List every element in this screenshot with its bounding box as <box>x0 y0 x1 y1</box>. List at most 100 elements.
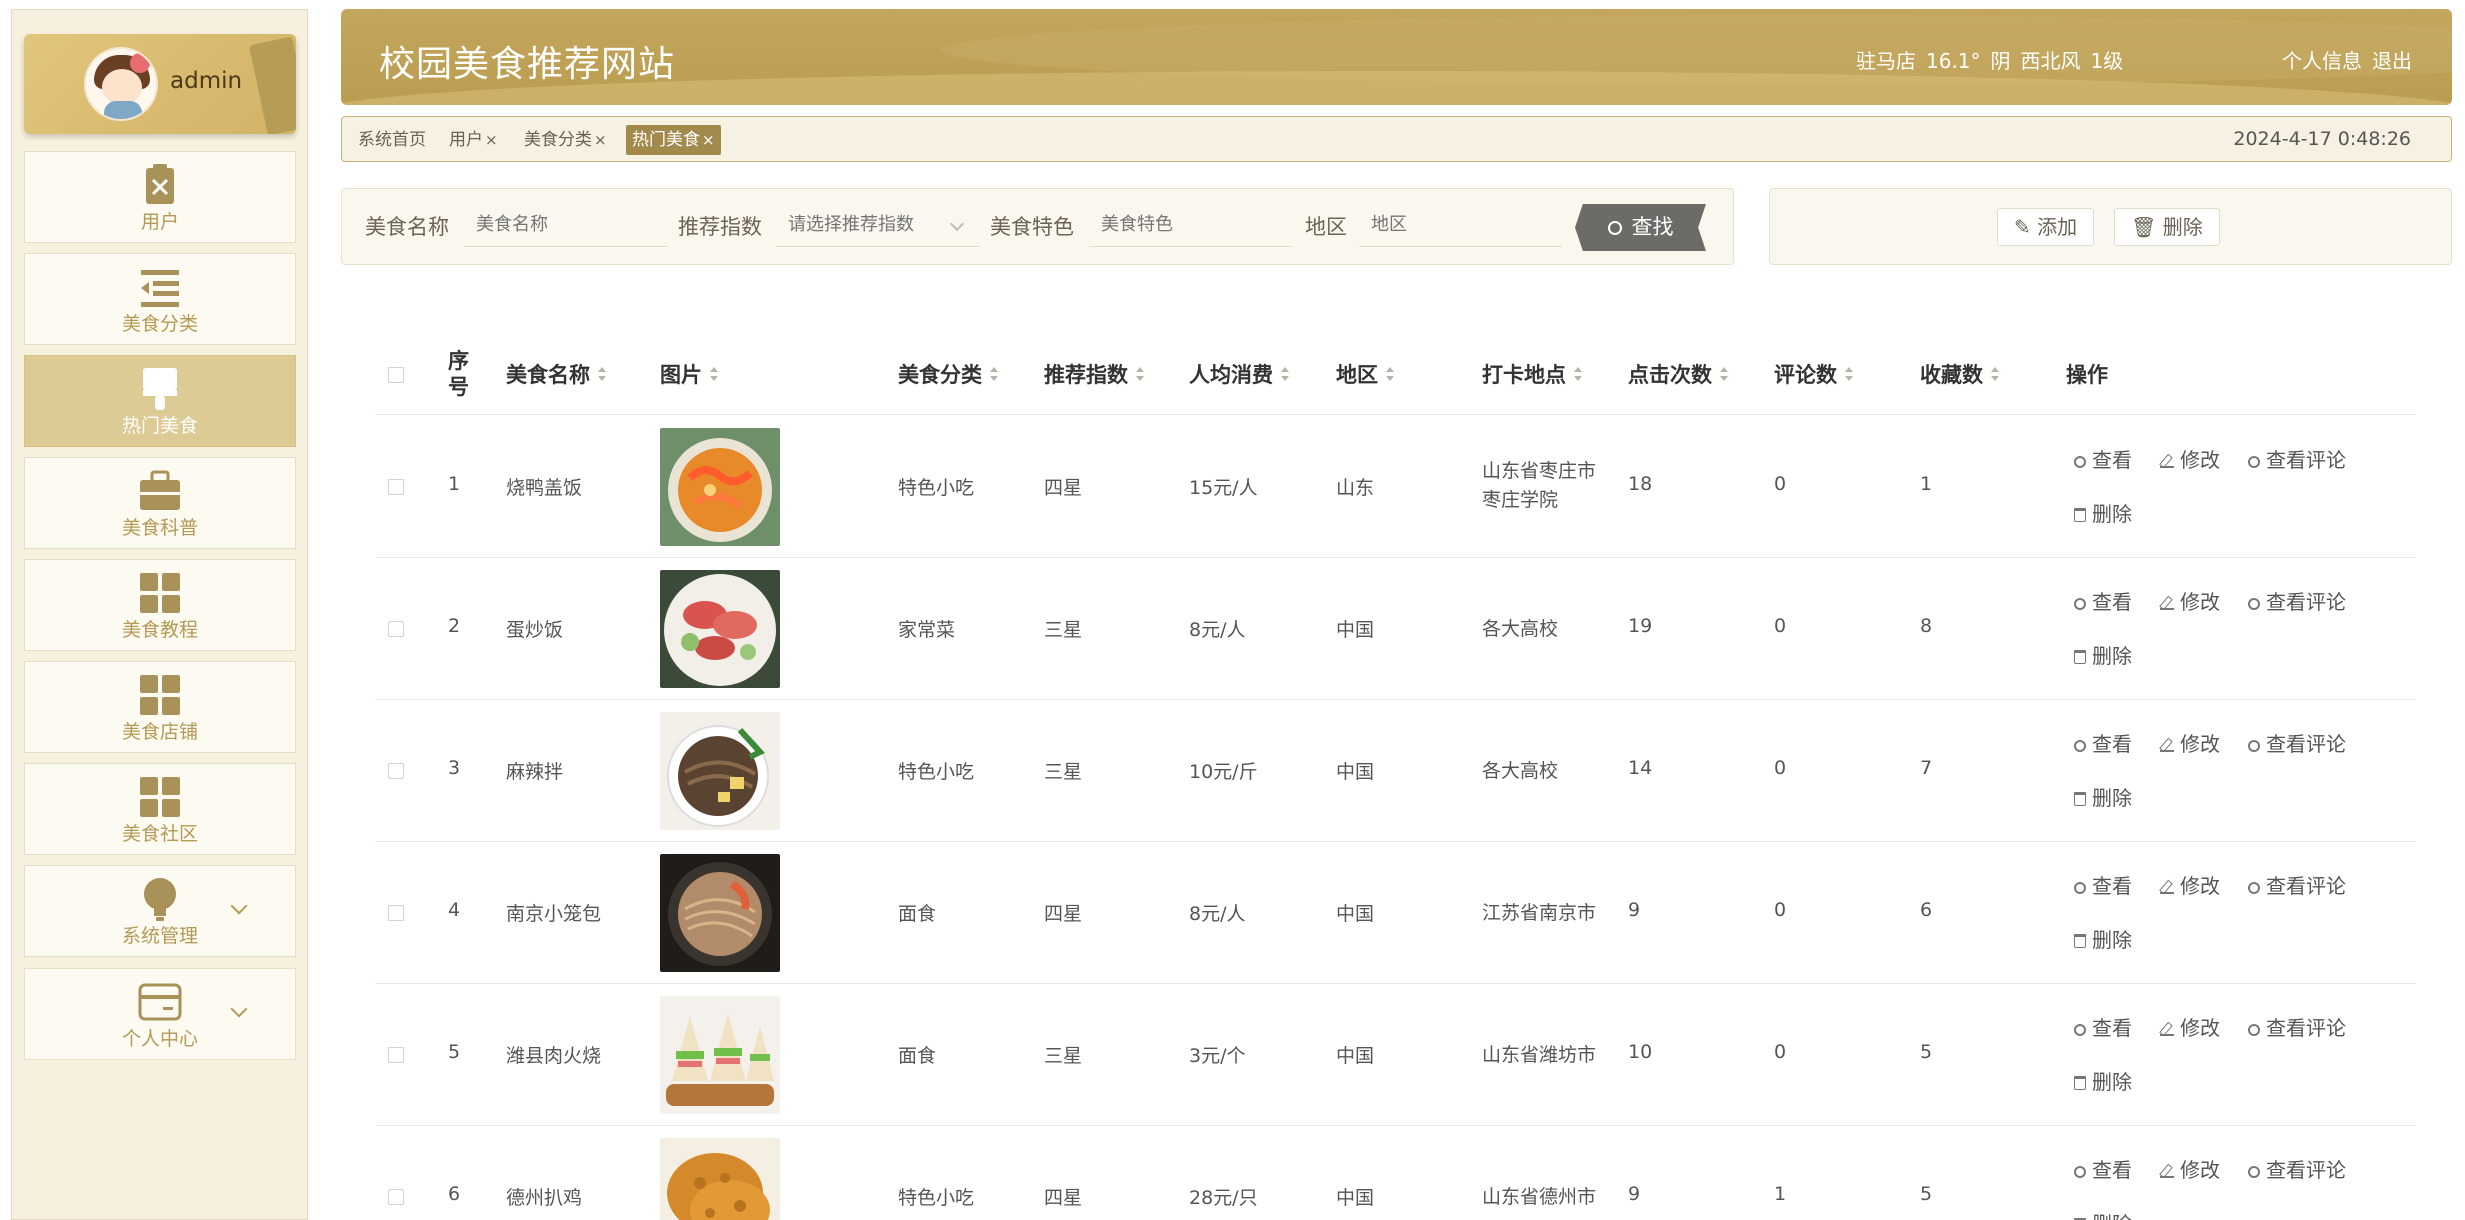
wallet-card-icon <box>137 979 183 1025</box>
row-checkbox[interactable] <box>388 763 404 779</box>
col-category[interactable]: 美食分类 <box>898 333 998 415</box>
delete-button[interactable]: 删除 <box>2074 498 2132 527</box>
view-comments-button[interactable]: 查看评论 <box>2248 444 2346 473</box>
sidebar-item-3[interactable]: 热门美食 <box>24 355 296 447</box>
view-comments-button[interactable]: 查看评论 <box>2248 1154 2346 1183</box>
view-button[interactable]: 查看 <box>2074 1012 2132 1041</box>
tab-home[interactable]: 系统首页 <box>352 125 432 155</box>
list-indent-icon <box>137 264 183 310</box>
sort-icon[interactable] <box>990 366 998 382</box>
sort-icon[interactable] <box>1991 366 1999 382</box>
col-favorites[interactable]: 收藏数 <box>1920 333 1999 415</box>
view-button[interactable]: 查看 <box>2074 586 2132 615</box>
sort-icon[interactable] <box>1574 366 1582 382</box>
row-checkbox[interactable] <box>388 479 404 495</box>
view-button[interactable]: 查看 <box>2074 870 2132 899</box>
sidebar-item-8[interactable]: 系统管理 <box>24 865 296 957</box>
select-all-checkbox[interactable] <box>388 367 404 383</box>
sort-icon[interactable] <box>1281 366 1289 382</box>
cell-region: 中国 <box>1336 1045 1375 1067</box>
view-button-label: 查看 <box>2092 590 2132 614</box>
col-image-label: 图片 <box>660 363 702 387</box>
row-checkbox[interactable] <box>388 621 404 637</box>
rating-select[interactable] <box>776 203 979 247</box>
sidebar-item-9[interactable]: 个人中心 <box>24 968 296 1060</box>
col-name[interactable]: 美食名称 <box>506 333 606 415</box>
col-rating[interactable]: 推荐指数 <box>1044 333 1144 415</box>
card-flap-decoration <box>248 36 296 134</box>
edit-button[interactable]: 修改 <box>2160 870 2220 899</box>
col-comments[interactable]: 评论数 <box>1774 333 1853 415</box>
sidebar-item-4[interactable]: 美食科普 <box>24 457 296 549</box>
cell-name: 蛋炒饭 <box>506 619 564 641</box>
sort-icon[interactable] <box>598 366 606 382</box>
tab-users[interactable]: 用户 × <box>443 125 504 155</box>
food-name-input[interactable] <box>464 203 667 247</box>
edit-button[interactable]: 修改 <box>2160 1154 2220 1183</box>
food-image[interactable] <box>660 1138 780 1220</box>
sort-icon[interactable] <box>1720 366 1728 382</box>
col-region[interactable]: 地区 <box>1336 333 1394 415</box>
row-checkbox[interactable] <box>388 1047 404 1063</box>
delete-button[interactable]: 删除 <box>2074 1208 2132 1220</box>
view-comments-button[interactable]: 查看评论 <box>2248 728 2346 757</box>
delete-button[interactable]: 删除 <box>2074 782 2132 811</box>
delete-button[interactable]: 删除 <box>2074 640 2132 669</box>
col-checkin[interactable]: 打卡地点 <box>1482 333 1582 415</box>
cell-name: 麻辣拌 <box>506 761 564 783</box>
delete-button[interactable]: 删除 <box>2074 924 2132 953</box>
profile-link[interactable]: 个人信息 <box>2282 49 2362 73</box>
food-image[interactable] <box>660 570 780 688</box>
cell-price: 8元/人 <box>1189 619 1246 641</box>
cell-checkin: 山东省潍坊市 <box>1482 1044 1597 1066</box>
food-image[interactable] <box>660 996 780 1114</box>
view-comments-button[interactable]: 查看评论 <box>2248 1012 2346 1041</box>
close-icon[interactable]: × <box>702 131 715 149</box>
view-comments-button[interactable]: 查看评论 <box>2248 586 2346 615</box>
tab-label: 美食分类 <box>524 130 592 150</box>
sort-icon[interactable] <box>1136 366 1144 382</box>
food-image[interactable] <box>660 712 780 830</box>
col-price[interactable]: 人均消费 <box>1189 333 1289 415</box>
logout-link[interactable]: 退出 <box>2372 49 2412 73</box>
sidebar-item-7[interactable]: 美食社区 <box>24 763 296 855</box>
tab-hot-food[interactable]: 热门美食 × <box>626 125 721 155</box>
close-icon[interactable]: × <box>485 131 498 149</box>
row-checkbox[interactable] <box>388 1189 404 1205</box>
cell-region: 中国 <box>1336 619 1375 641</box>
sidebar-item-5[interactable]: 美食教程 <box>24 559 296 651</box>
view-button[interactable]: 查看 <box>2074 444 2132 473</box>
food-image[interactable] <box>660 854 780 972</box>
food-feature-input[interactable] <box>1089 203 1292 247</box>
view-button-label: 查看 <box>2092 1158 2132 1182</box>
view-comments-button[interactable]: 查看评论 <box>2248 870 2346 899</box>
sidebar-item-6[interactable]: 美食店铺 <box>24 661 296 753</box>
view-button[interactable]: 查看 <box>2074 728 2132 757</box>
delete-button[interactable]: 删除 <box>2074 1066 2132 1095</box>
close-icon[interactable]: × <box>594 131 607 149</box>
col-clicks[interactable]: 点击次数 <box>1628 333 1728 415</box>
sidebar-item-1[interactable]: 用户 <box>24 151 296 243</box>
col-image[interactable]: 图片 <box>660 333 718 415</box>
food-name-label: 美食名称 <box>365 215 449 239</box>
food-image[interactable] <box>660 428 780 546</box>
edit-button[interactable]: 修改 <box>2160 586 2220 615</box>
edit-icon <box>2160 1022 2174 1036</box>
region-input[interactable] <box>1359 203 1562 247</box>
avatar[interactable] <box>84 47 158 121</box>
search-button[interactable]: 查找 <box>1575 204 1706 251</box>
batch-delete-button[interactable]: 🗑 删除 <box>2114 208 2220 246</box>
sort-icon[interactable] <box>1845 366 1853 382</box>
sidebar-item-2[interactable]: 美食分类 <box>24 253 296 345</box>
cell-index: 1 <box>448 473 461 495</box>
edit-button[interactable]: 修改 <box>2160 444 2220 473</box>
edit-button-label: 修改 <box>2180 590 2220 614</box>
add-button[interactable]: ✎ 添加 <box>1997 208 2095 246</box>
sort-icon[interactable] <box>710 366 718 382</box>
tab-food-category[interactable]: 美食分类 × <box>518 125 613 155</box>
view-button[interactable]: 查看 <box>2074 1154 2132 1183</box>
row-checkbox[interactable] <box>388 905 404 921</box>
edit-button[interactable]: 修改 <box>2160 1012 2220 1041</box>
sort-icon[interactable] <box>1386 366 1394 382</box>
edit-button[interactable]: 修改 <box>2160 728 2220 757</box>
